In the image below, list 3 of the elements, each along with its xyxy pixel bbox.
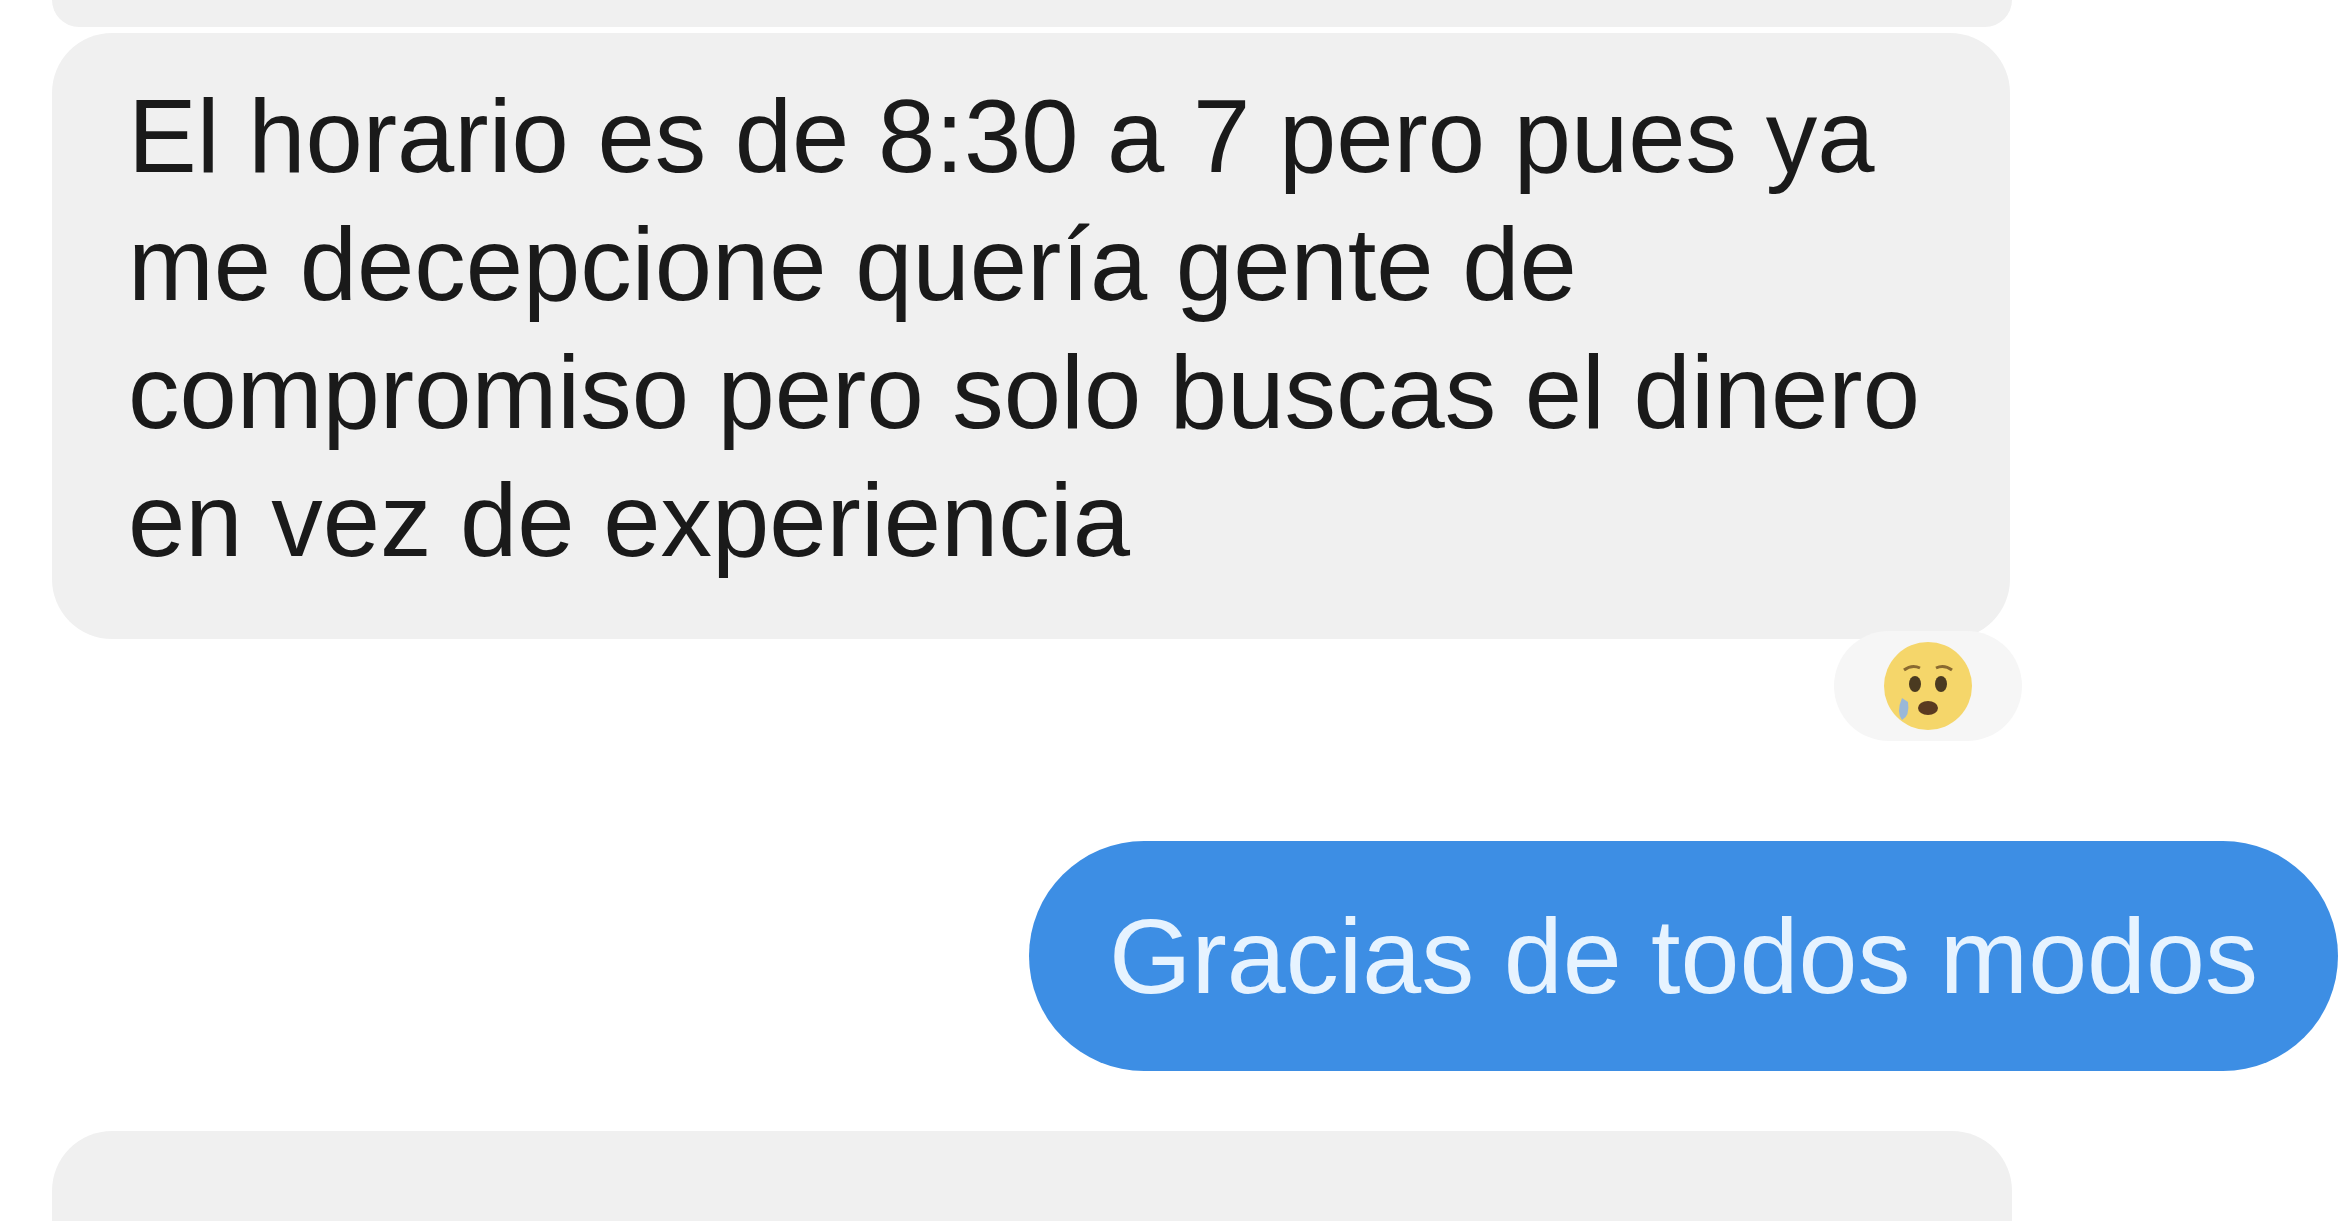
message-bubble: El horario es de 8:30 a 7 pero pues ya me decepcione quería gente de compromiso pero solo buscas el dinero en vez de experiencia (52, 33, 2010, 639)
message-bubble: Gracias de todos modos (1029, 841, 2338, 1071)
sad-face-icon (1882, 640, 1974, 732)
